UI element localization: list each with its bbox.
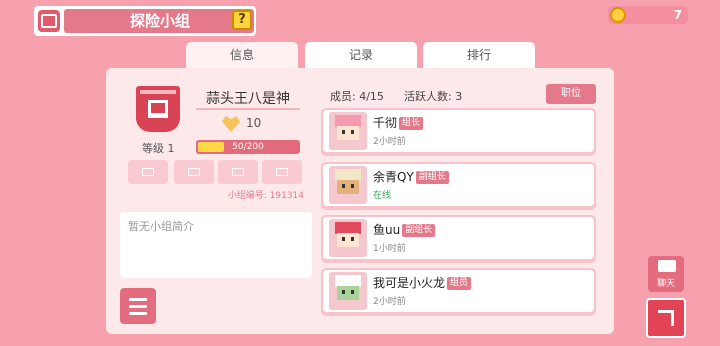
- popularity-value: 10: [246, 116, 262, 130]
- group-icon: [38, 10, 60, 32]
- active-count: 活跃人数: 3: [404, 90, 463, 103]
- position-button[interactable]: 职位: [546, 84, 596, 104]
- avatar: [329, 166, 367, 204]
- member-card-inner: 我可是小火龙 组员 2小时前: [323, 270, 594, 312]
- member-card[interactable]: 我可是小火龙 组员 2小时前: [321, 268, 596, 316]
- tab-rank[interactable]: 排行: [423, 42, 535, 68]
- role-badge: 组长: [399, 117, 424, 130]
- menu-line: [129, 305, 147, 308]
- member-card-inner: 千彻 组长 2小时前: [323, 110, 594, 152]
- slot-icon: [142, 168, 154, 176]
- intro-box[interactable]: 暂无小组简介: [120, 212, 312, 278]
- avatar: [329, 272, 367, 310]
- member-card-inner: 余青QY 副组长 在线: [323, 164, 594, 206]
- name-divider: [196, 108, 300, 110]
- group-id: 小组编号: 191314: [227, 191, 304, 201]
- chat-button[interactable]: 聊天: [648, 256, 684, 292]
- tab-info[interactable]: 信息: [186, 42, 298, 70]
- group-level: 等级 1: [142, 142, 175, 155]
- member-name: 余青QY 副组长: [373, 168, 449, 185]
- member-name: 鱼uu 副组长: [373, 221, 436, 238]
- help-button[interactable]: ?: [232, 10, 252, 30]
- title-bar: 探险小组 ?: [34, 6, 256, 36]
- role-badge: 副组长: [415, 171, 449, 184]
- avatar: [329, 112, 367, 150]
- member-count: 成员: 4/15: [330, 90, 384, 103]
- menu-button[interactable]: [120, 288, 156, 324]
- role-badge: 组员: [447, 277, 472, 290]
- slot-icon: [232, 168, 244, 176]
- member-status: 1小时前: [373, 244, 406, 254]
- exp-bar: 50/200: [196, 140, 300, 154]
- member-card[interactable]: 余青QY 副组长 在线: [321, 162, 596, 210]
- group-name: 蒜头王八是神: [206, 91, 290, 107]
- back-arrow-icon: [658, 310, 674, 326]
- slot-4[interactable]: [262, 160, 302, 184]
- intro-text: 暂无小组简介: [128, 220, 194, 233]
- member-card-inner: 鱼uu 副组长 1小时前: [323, 217, 594, 259]
- currency-display: 7: [608, 6, 688, 24]
- slot-3[interactable]: [218, 160, 258, 184]
- menu-line: [129, 298, 147, 301]
- slot-1[interactable]: [128, 160, 168, 184]
- member-card[interactable]: 千彻 组长 2小时前: [321, 108, 596, 156]
- tab-log[interactable]: 记录: [305, 42, 417, 68]
- member-status: 在线: [373, 191, 392, 201]
- slot-icon: [276, 168, 288, 176]
- member-name: 千彻 组长: [373, 114, 424, 131]
- badge-glyph: [148, 100, 168, 118]
- currency-value: 7: [673, 8, 682, 22]
- member-name: 我可是小火龙 组员: [373, 274, 472, 291]
- coin-icon: [610, 7, 626, 23]
- slot-icon: [188, 168, 200, 176]
- page-title: 探险小组: [130, 12, 191, 30]
- exp-text: 50/200: [232, 142, 264, 152]
- back-button[interactable]: [646, 298, 686, 338]
- chat-label: 聊天: [656, 279, 675, 289]
- role-badge: 副组长: [402, 224, 436, 237]
- group-badge-icon[interactable]: [136, 86, 180, 132]
- member-status: 2小时前: [373, 297, 406, 307]
- member-card[interactable]: 鱼uu 副组长 1小时前: [321, 215, 596, 263]
- avatar: [329, 219, 367, 257]
- chat-icon: [658, 260, 676, 272]
- slot-2[interactable]: [174, 160, 214, 184]
- member-status: 2小时前: [373, 137, 406, 147]
- menu-line: [129, 312, 147, 315]
